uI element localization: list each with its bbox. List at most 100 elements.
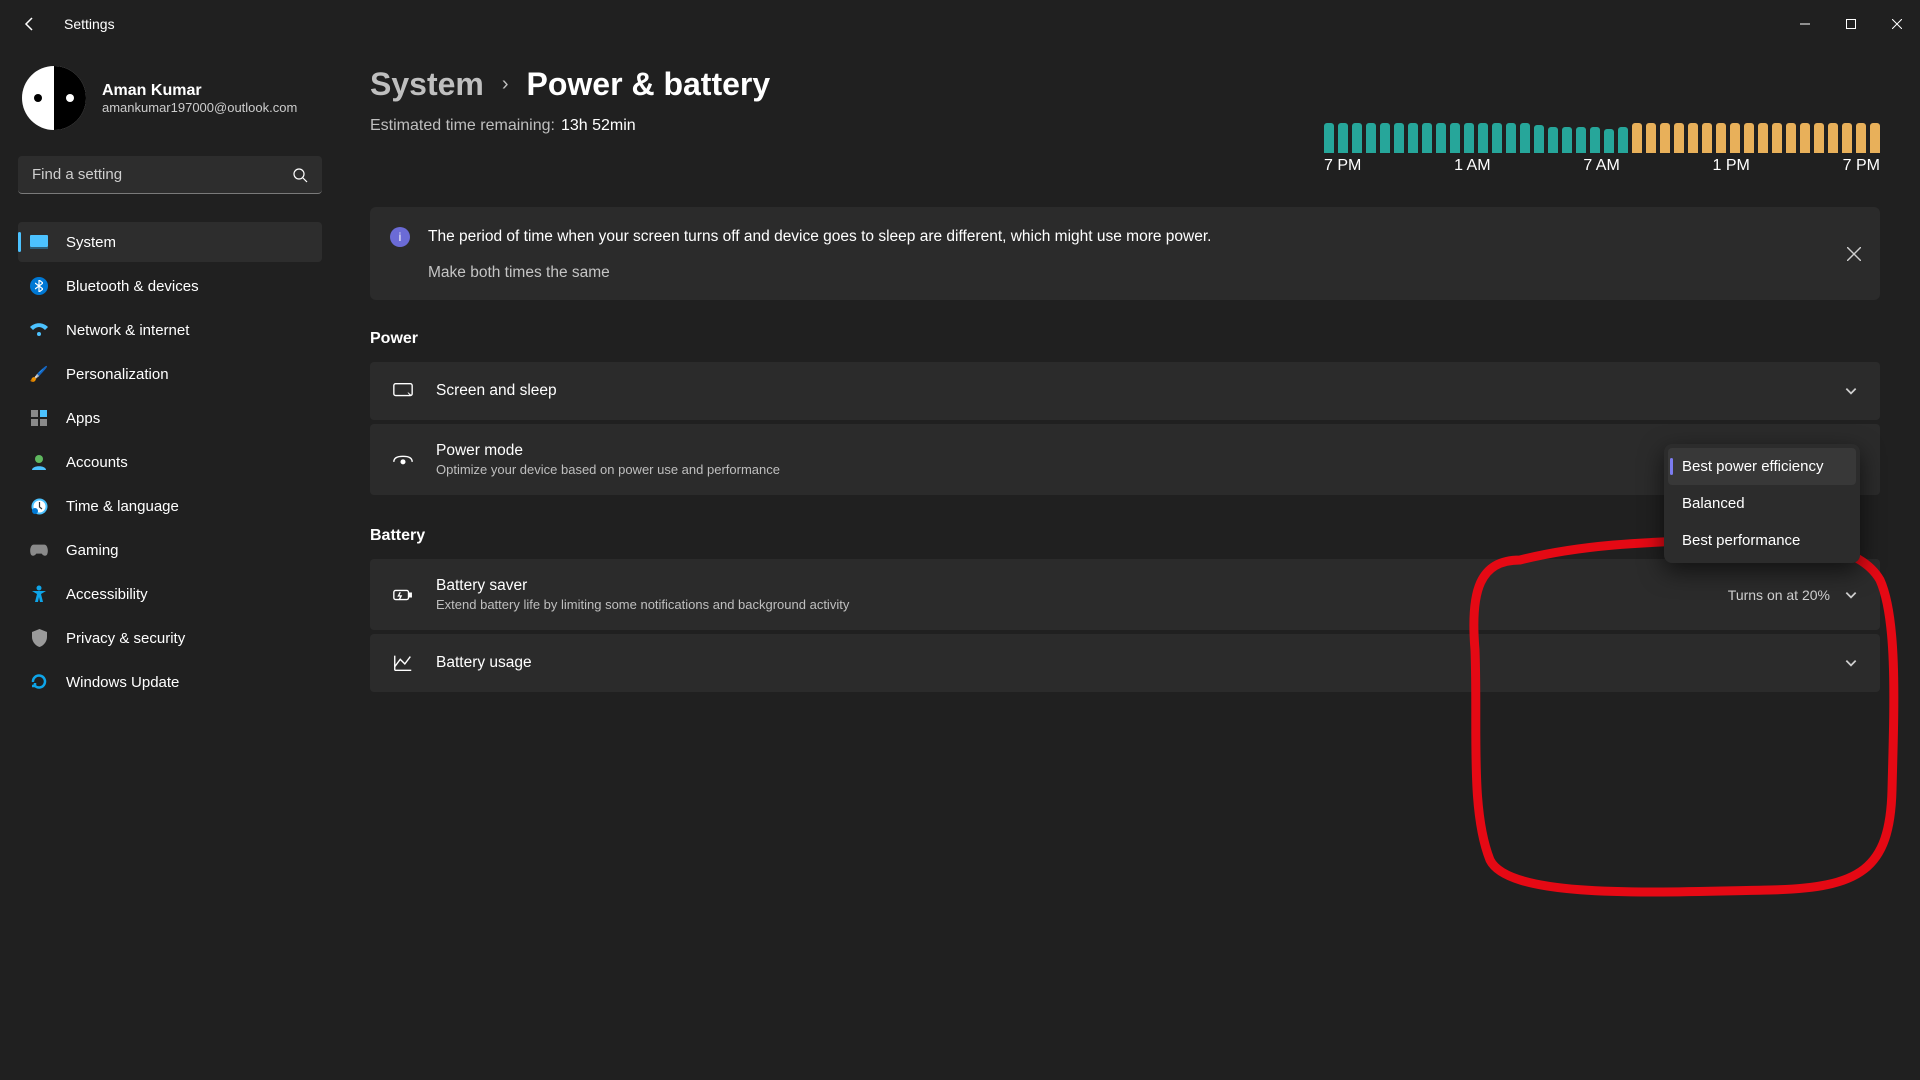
sidebar-item-label: Network & internet: [66, 322, 189, 339]
app-title: Settings: [64, 16, 115, 32]
back-button[interactable]: [20, 14, 40, 34]
row-subtitle: Optimize your device based on power use …: [436, 462, 1858, 477]
battery-saver-value: Turns on at 20%: [1728, 587, 1830, 603]
chart-bar: [1814, 123, 1824, 153]
screen-icon: [392, 380, 414, 402]
chart-bar: [1842, 123, 1852, 153]
chevron-down-icon: [1844, 588, 1858, 602]
chevron-right-icon: ›: [502, 73, 509, 96]
sidebar-item-label: Time & language: [66, 498, 179, 515]
chart-bar: [1758, 123, 1768, 153]
power-mode-option[interactable]: Best performance: [1668, 522, 1856, 559]
section-title-power: Power: [370, 330, 1880, 348]
row-power-mode[interactable]: Power mode Optimize your device based on…: [370, 424, 1880, 495]
row-title: Screen and sleep: [436, 382, 1822, 400]
sidebar-item-apps[interactable]: Apps: [18, 398, 322, 438]
sidebar: Aman Kumar amankumar197000@outlook.com S…: [0, 48, 340, 1080]
profile[interactable]: Aman Kumar amankumar197000@outlook.com: [18, 66, 322, 130]
chart-bar: [1534, 125, 1544, 153]
close-icon[interactable]: [1842, 242, 1866, 266]
chart-bar: [1352, 123, 1362, 153]
eta-value: 13h 52min: [561, 117, 636, 135]
chart-bar: [1744, 123, 1754, 153]
chart-bar: [1520, 123, 1530, 153]
chevron-down-icon: [1844, 384, 1858, 398]
search-input[interactable]: [32, 166, 292, 183]
sidebar-item-accessibility[interactable]: Accessibility: [18, 574, 322, 614]
accounts-icon: [30, 453, 48, 471]
chart-bar: [1338, 123, 1348, 153]
power-mode-option[interactable]: Best power efficiency: [1668, 448, 1856, 485]
chart-bar: [1506, 123, 1516, 153]
info-icon: i: [390, 227, 410, 247]
row-screen-and-sleep[interactable]: Screen and sleep: [370, 362, 1880, 420]
sidebar-item-label: Privacy & security: [66, 630, 185, 647]
row-battery-usage[interactable]: Battery usage: [370, 634, 1880, 692]
chart-bar: [1562, 127, 1572, 153]
chart-bar: [1394, 123, 1404, 153]
sidebar-item-label: Bluetooth & devices: [66, 278, 199, 295]
power-mode-icon: [392, 449, 414, 471]
info-action-link[interactable]: Make both times the same: [428, 264, 1211, 282]
network-icon: [30, 321, 48, 339]
sidebar-item-network[interactable]: Network & internet: [18, 310, 322, 350]
chart-tick-label: 1 AM: [1454, 157, 1490, 175]
avatar: [22, 66, 86, 130]
close-button[interactable]: [1874, 8, 1920, 40]
chart-bar: [1422, 123, 1432, 153]
chart-bar: [1856, 123, 1866, 153]
sidebar-item-privacy[interactable]: Privacy & security: [18, 618, 322, 658]
sidebar-item-label: System: [66, 234, 116, 251]
chart-bar: [1590, 127, 1600, 153]
chart-tick-label: 7 PM: [1324, 157, 1361, 175]
chart-bar: [1380, 123, 1390, 153]
chart-bar: [1324, 123, 1334, 153]
sidebar-item-time[interactable]: Time & language: [18, 486, 322, 526]
sidebar-item-label: Windows Update: [66, 674, 179, 691]
sidebar-item-update[interactable]: Windows Update: [18, 662, 322, 702]
sidebar-item-accounts[interactable]: Accounts: [18, 442, 322, 482]
row-title: Power mode: [436, 442, 1858, 460]
chart-bar: [1478, 123, 1488, 153]
system-icon: [30, 233, 48, 251]
maximize-button[interactable]: [1828, 8, 1874, 40]
privacy-icon: [30, 629, 48, 647]
search-box[interactable]: [18, 156, 322, 194]
sidebar-item-label: Apps: [66, 410, 100, 427]
breadcrumb-parent[interactable]: System: [370, 66, 484, 103]
info-text: The period of time when your screen turn…: [428, 225, 1211, 248]
info-card: i The period of time when your screen tu…: [370, 207, 1880, 300]
chart-bar: [1436, 123, 1446, 153]
window-controls: [1782, 8, 1920, 40]
sidebar-item-label: Gaming: [66, 542, 119, 559]
chart-bar: [1786, 123, 1796, 153]
chart-ticks: 7 PM1 AM7 AM1 PM7 PM: [1324, 157, 1880, 175]
bluetooth-icon: [30, 277, 48, 295]
minimize-button[interactable]: [1782, 8, 1828, 40]
sidebar-item-personalization[interactable]: 🖌️Personalization: [18, 354, 322, 394]
sidebar-item-system[interactable]: System: [18, 222, 322, 262]
chart-bar: [1576, 127, 1586, 153]
chart-bar: [1870, 123, 1880, 153]
chart-bar: [1492, 123, 1502, 153]
apps-icon: [30, 409, 48, 427]
battery-chart[interactable]: 7 PM1 AM7 AM1 PM7 PM: [1324, 117, 1880, 175]
chart-tick-label: 1 PM: [1713, 157, 1750, 175]
titlebar: Settings: [0, 0, 1920, 48]
power-mode-option[interactable]: Balanced: [1668, 485, 1856, 522]
chart-tick-label: 7 PM: [1843, 157, 1880, 175]
sidebar-item-bluetooth[interactable]: Bluetooth & devices: [18, 266, 322, 306]
main-content: System › Power & battery Estimated time …: [340, 48, 1920, 1080]
gaming-icon: [30, 541, 48, 559]
chart-bar: [1702, 123, 1712, 153]
eta-label: Estimated time remaining:: [370, 117, 555, 135]
page-title: Power & battery: [527, 66, 771, 103]
chart-bar: [1730, 123, 1740, 153]
row-battery-saver[interactable]: Battery saver Extend battery life by lim…: [370, 559, 1880, 630]
breadcrumb: System › Power & battery: [370, 66, 1880, 103]
chart-bar: [1632, 123, 1642, 153]
search-icon: [292, 167, 308, 183]
sidebar-item-gaming[interactable]: Gaming: [18, 530, 322, 570]
battery-saver-icon: [392, 584, 414, 606]
sidebar-item-label: Accounts: [66, 454, 128, 471]
